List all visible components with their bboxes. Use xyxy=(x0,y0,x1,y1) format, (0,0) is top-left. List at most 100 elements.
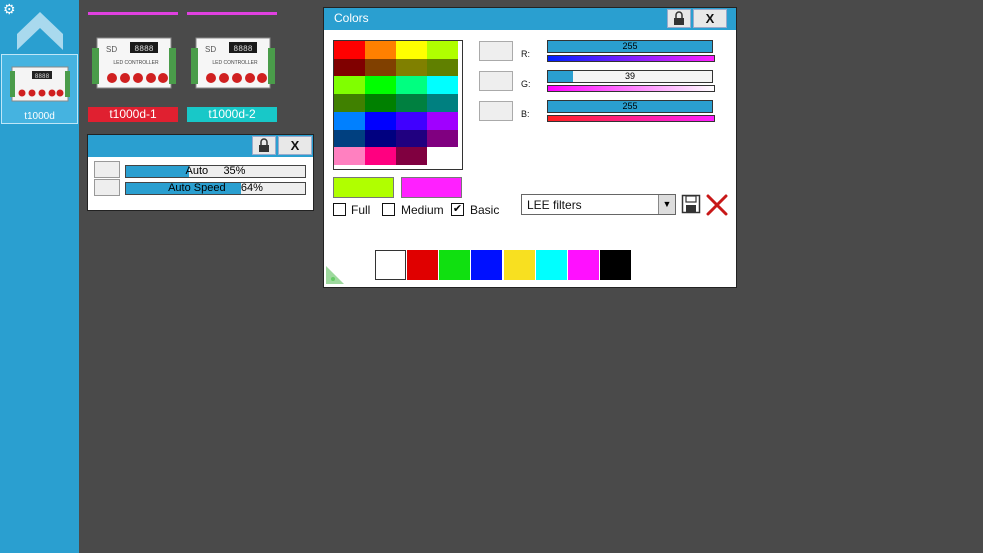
previous-color-swatch[interactable] xyxy=(401,177,462,198)
up-arrow-icon[interactable] xyxy=(15,10,65,52)
chevron-down-icon[interactable]: ▼ xyxy=(658,195,675,214)
green-gradient xyxy=(547,85,715,92)
palette-swatch[interactable] xyxy=(396,147,427,166)
svg-text:SD: SD xyxy=(205,45,216,54)
device-status-bar xyxy=(187,12,277,15)
green-channel-button[interactable] xyxy=(479,71,513,91)
svg-text:SD: SD xyxy=(106,45,117,54)
svg-text:8888: 8888 xyxy=(233,45,252,54)
resize-corner-icon[interactable] xyxy=(326,266,344,284)
red-slider[interactable]: 255 xyxy=(547,40,713,53)
colors-window-header[interactable]: Colors X xyxy=(324,8,736,30)
delete-icon[interactable] xyxy=(705,194,729,216)
lock-button[interactable] xyxy=(252,136,276,155)
palette-swatch[interactable] xyxy=(334,129,365,148)
palette-swatch[interactable] xyxy=(334,76,365,95)
red-label: R: xyxy=(521,49,530,59)
color-palette xyxy=(333,40,463,170)
palette-swatch[interactable] xyxy=(396,58,427,77)
close-button[interactable]: X xyxy=(278,136,312,155)
palette-swatch[interactable] xyxy=(427,147,458,166)
palette-swatch[interactable] xyxy=(427,94,458,113)
basic-label: Basic xyxy=(470,203,500,217)
quick-color-white[interactable] xyxy=(375,250,406,280)
palette-swatch[interactable] xyxy=(334,58,365,77)
palette-swatch[interactable] xyxy=(396,41,427,59)
medium-label: Medium xyxy=(401,203,444,217)
palette-swatch[interactable] xyxy=(427,41,458,59)
colors-window: Colors X Full Medium ✔ Basic R: 255 G: 3… xyxy=(323,7,737,288)
quick-color-green[interactable] xyxy=(439,250,470,280)
palette-swatch[interactable] xyxy=(334,41,365,59)
controller-image: SD 8888 LED CONTROLLER xyxy=(92,37,176,89)
svg-text:8888: 8888 xyxy=(134,45,153,54)
auto-progress-text: Auto 35% xyxy=(185,165,246,177)
quick-color-red[interactable] xyxy=(407,250,438,280)
controller-thumbnail: 8888 xyxy=(10,66,70,102)
green-label: G: xyxy=(521,79,531,89)
svg-text:LED CONTROLLER: LED CONTROLLER xyxy=(113,60,159,66)
medium-checkbox[interactable] xyxy=(382,203,395,216)
sidebar: ⚙ 8888 t1000d xyxy=(0,0,79,553)
palette-swatch[interactable] xyxy=(427,58,458,77)
palette-swatch[interactable] xyxy=(427,76,458,95)
auto-speed-progress[interactable]: Auto Speed 64% xyxy=(125,182,306,195)
green-value: 39 xyxy=(624,71,635,81)
palette-swatch[interactable] xyxy=(365,129,396,148)
device-status-bar xyxy=(88,12,178,15)
red-channel-button[interactable] xyxy=(479,41,513,61)
window-title: Colors xyxy=(334,11,369,25)
auto-toggle-button[interactable] xyxy=(94,161,120,178)
full-checkbox[interactable] xyxy=(333,203,346,216)
filter-select-value: LEE filters xyxy=(527,198,582,212)
palette-swatch[interactable] xyxy=(365,76,396,95)
palette-swatch[interactable] xyxy=(427,111,458,130)
quick-color-magenta[interactable] xyxy=(568,250,599,280)
quick-color-yellow[interactable] xyxy=(504,250,535,280)
full-label: Full xyxy=(351,203,371,217)
close-button[interactable]: X xyxy=(693,9,727,28)
device-name-label: t1000d-1 xyxy=(88,107,178,122)
palette-swatch[interactable] xyxy=(396,111,427,130)
auto-speed-toggle-button[interactable] xyxy=(94,179,120,196)
blue-label: B: xyxy=(521,109,530,119)
blue-slider[interactable]: 255 xyxy=(547,100,713,113)
palette-swatch[interactable] xyxy=(365,147,396,166)
svg-text:LED CONTROLLER: LED CONTROLLER xyxy=(212,60,258,66)
quick-color-cyan[interactable] xyxy=(536,250,567,280)
blue-value: 255 xyxy=(622,101,638,111)
lock-icon xyxy=(674,11,684,25)
basic-checkbox[interactable]: ✔ xyxy=(451,203,464,216)
palette-swatch[interactable] xyxy=(365,41,396,59)
filter-select[interactable]: LEE filters ▼ xyxy=(521,194,676,215)
palette-swatch[interactable] xyxy=(396,129,427,148)
device-name-label: t1000d-2 xyxy=(187,107,277,122)
auto-progress[interactable]: Auto 35% xyxy=(125,165,306,178)
palette-swatch[interactable] xyxy=(365,94,396,113)
palette-swatch[interactable] xyxy=(334,147,365,166)
svg-text:8888: 8888 xyxy=(35,73,50,80)
current-color-swatch[interactable] xyxy=(333,177,394,198)
auto-panel-header[interactable]: X xyxy=(88,135,313,157)
red-value: 255 xyxy=(622,41,638,51)
palette-swatch[interactable] xyxy=(365,111,396,130)
quick-color-black[interactable] xyxy=(600,250,631,280)
palette-swatch[interactable] xyxy=(396,76,427,95)
palette-swatch[interactable] xyxy=(427,129,458,148)
save-icon[interactable] xyxy=(681,194,701,214)
green-slider[interactable]: 39 xyxy=(547,70,713,83)
palette-swatch[interactable] xyxy=(334,111,365,130)
device-tile-t1000d[interactable]: 8888 t1000d xyxy=(1,54,78,124)
blue-channel-button[interactable] xyxy=(479,101,513,121)
device-tile-label: t1000d xyxy=(24,111,55,122)
auto-panel: X Auto 35% Auto Speed 64% xyxy=(87,134,314,211)
quick-color-blue[interactable] xyxy=(471,250,502,280)
lock-icon xyxy=(259,138,269,152)
palette-swatch[interactable] xyxy=(396,94,427,113)
controller-image: SD 8888 LED CONTROLLER xyxy=(191,37,275,89)
palette-swatch[interactable] xyxy=(365,58,396,77)
blue-gradient xyxy=(547,115,715,122)
lock-button[interactable] xyxy=(667,9,691,28)
auto-speed-progress-text: Auto Speed 64% xyxy=(168,182,263,194)
palette-swatch[interactable] xyxy=(334,94,365,113)
